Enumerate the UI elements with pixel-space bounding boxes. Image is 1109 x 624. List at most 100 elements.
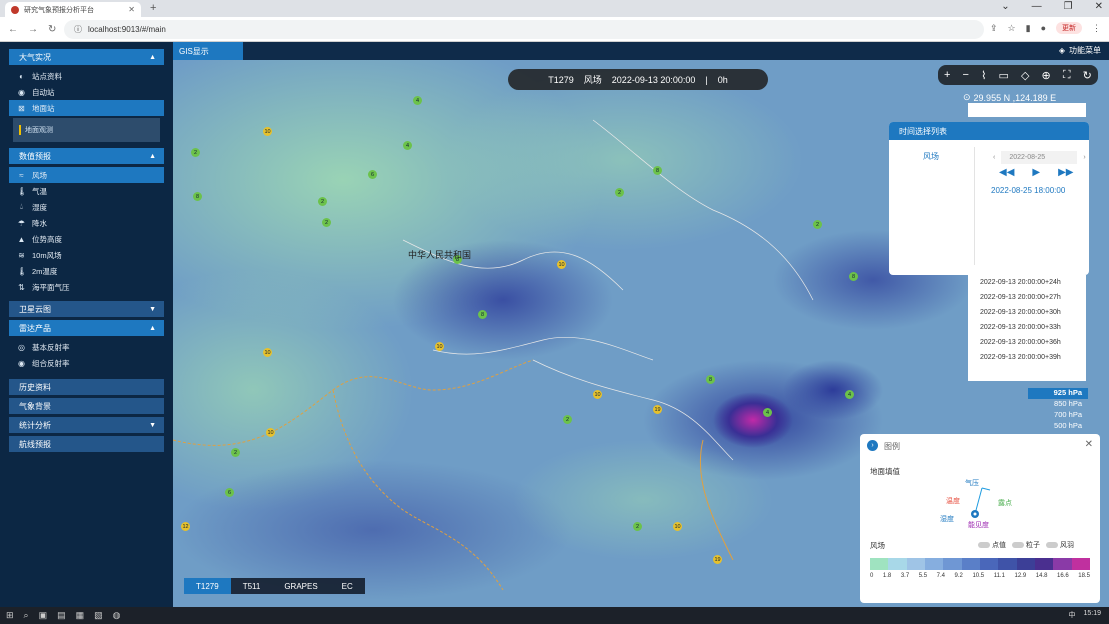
sidebar-item-height[interactable]: ▲ 位势高度 (9, 231, 164, 247)
crop-icon[interactable]: ⛶ (1063, 69, 1071, 82)
layers-icon[interactable]: ◇ (1021, 69, 1029, 82)
minimize-icon[interactable]: — (1032, 1, 1042, 12)
station-marker[interactable]: 2 (322, 218, 331, 227)
section-atmos[interactable]: 大气实况 ▲ (9, 49, 164, 65)
toggle-particle[interactable]: 粒子 (1012, 540, 1040, 550)
station-marker[interactable]: 10 (557, 260, 566, 269)
ruler-icon[interactable]: ⌇ (981, 69, 986, 82)
globe-icon[interactable]: ⊕ (1042, 69, 1051, 82)
sub-surface-obs[interactable]: 地面观测 (13, 118, 160, 142)
station-marker[interactable]: 8 (653, 166, 662, 175)
model-t1279[interactable]: T1279 (184, 578, 231, 594)
station-marker[interactable]: 8 (193, 192, 202, 201)
sidebar-item-slp[interactable]: ⇅ 海平面气压 (9, 279, 164, 295)
sidebar-item-auto[interactable]: ◉ 自动站 (9, 84, 164, 100)
time-list-item[interactable]: 2022-09-13 20:00:00+39h (968, 350, 1086, 365)
sidebar-item-humidity[interactable]: 💧︎ 湿度 (9, 199, 164, 215)
sidebar-item-station[interactable]: ◐ 站点资料 (9, 68, 164, 84)
star-icon[interactable]: ☆ (1008, 23, 1016, 34)
area-icon[interactable]: ▭ (999, 69, 1009, 82)
zoom-out-icon[interactable]: − (963, 69, 969, 81)
update-button[interactable]: 更新 (1056, 22, 1082, 34)
station-marker[interactable]: 10 (673, 522, 682, 531)
section-background[interactable]: 气象背景 (9, 398, 164, 414)
section-numerical[interactable]: 数值预报 ▲ (9, 148, 164, 164)
refresh-icon[interactable]: ↻ (1083, 69, 1092, 82)
level-850[interactable]: 850 hPa (1028, 399, 1088, 410)
sidebar-item-surface[interactable]: ⊠ 地面站 (9, 100, 164, 116)
station-marker[interactable]: 8 (849, 272, 858, 281)
station-marker[interactable]: 2 (813, 220, 822, 229)
share-icon[interactable]: ⇪ (990, 23, 998, 34)
toggle-point[interactable]: 点值 (978, 540, 1006, 550)
fast-forward-icon[interactable]: ▶▶ (1058, 167, 1073, 178)
station-marker[interactable]: 4 (403, 141, 412, 150)
profile-icon[interactable]: ● (1041, 23, 1046, 33)
app-icon[interactable]: ▤ (57, 610, 66, 621)
station-marker[interactable]: 19 (713, 555, 722, 564)
station-marker[interactable]: 6 (368, 170, 377, 179)
section-radar[interactable]: 雷达产品 ▲ (9, 320, 164, 336)
station-marker[interactable]: 8 (478, 310, 487, 319)
time-list-item[interactable]: 2022-09-13 20:00:00+36h (968, 335, 1086, 350)
station-marker[interactable]: 8 (706, 375, 715, 384)
model-ec[interactable]: EC (330, 578, 365, 594)
station-marker[interactable]: 10 (435, 342, 444, 351)
sidebar-item-rain[interactable]: ☂︎ 降水 (9, 215, 164, 231)
close-tab-icon[interactable]: ✕ (128, 5, 135, 14)
section-history[interactable]: 历史资料 (9, 379, 164, 395)
chevron-down-icon[interactable]: ⌄ (1001, 1, 1009, 12)
section-route[interactable]: 航线预报 (9, 436, 164, 452)
station-marker[interactable]: 4 (413, 96, 422, 105)
time-panel-variable[interactable]: 风场 (923, 151, 939, 162)
model-t511[interactable]: T511 (231, 578, 273, 594)
level-700[interactable]: 700 hPa (1028, 410, 1088, 421)
station-marker[interactable]: 6 (225, 488, 234, 497)
app-icon[interactable]: ▧ (94, 610, 103, 621)
sidebar-item-temp2[interactable]: 🌡︎ 2m温度 (9, 263, 164, 279)
rewind-icon[interactable]: ◀◀ (999, 167, 1014, 178)
function-menu[interactable]: ◈ 功能菜单 (1059, 45, 1101, 56)
tray-lang[interactable]: 中 (1068, 610, 1075, 620)
time-list-item[interactable]: 2022-09-13 20:00:00+24h (968, 275, 1086, 290)
station-marker[interactable]: 2 (633, 522, 642, 531)
sidebar-item-base-refl[interactable]: ◎ 基本反射率 (9, 339, 164, 355)
reload-icon[interactable]: ↻ (48, 24, 56, 35)
play-icon[interactable]: ▶ (1032, 167, 1040, 178)
station-marker[interactable]: 2 (231, 448, 240, 457)
new-tab-icon[interactable]: + (150, 2, 156, 14)
station-marker[interactable]: 12 (181, 522, 190, 531)
close-icon[interactable]: ✕ (1085, 439, 1093, 450)
section-satellite[interactable]: 卫星云图 ▼ (9, 301, 164, 317)
tab-gis[interactable]: GIS显示 (173, 42, 243, 60)
map-view[interactable]: 4 10 2 4 8 6 2 2 8 8 10 10 10 2 10 19 10… (173, 60, 1109, 607)
station-marker[interactable]: 10 (593, 390, 602, 399)
sidebar-item-wind[interactable]: ≈ 风场 (9, 167, 164, 183)
toggle-barb[interactable]: 风羽 (1046, 540, 1074, 550)
browser-tab[interactable]: 研究气象预报分析平台 ✕ (5, 2, 141, 17)
station-marker[interactable]: 4 (763, 408, 772, 417)
sidepanel-icon[interactable]: ▮ (1026, 23, 1031, 34)
station-marker[interactable]: 4 (845, 390, 854, 399)
time-list-item[interactable]: 2022-09-13 20:00:00+27h (968, 290, 1086, 305)
sidebar-item-comp-refl[interactable]: ◉ 组合反射率 (9, 355, 164, 371)
folder-icon[interactable]: ▣ (39, 610, 48, 621)
zoom-in-icon[interactable]: + (944, 69, 950, 81)
station-marker[interactable]: 2 (191, 148, 200, 157)
search-icon[interactable]: ⌕ (24, 610, 29, 621)
windows-icon[interactable]: ⊞ (6, 610, 14, 621)
station-marker[interactable]: 2 (615, 188, 624, 197)
kebab-icon[interactable]: ⋮ (1092, 23, 1101, 34)
back-icon[interactable]: ← (8, 24, 18, 35)
model-grapes[interactable]: GRAPES (272, 578, 329, 594)
forward-icon[interactable]: → (28, 24, 38, 35)
level-500[interactable]: 500 hPa (1028, 421, 1088, 432)
restore-icon[interactable]: ❐ (1064, 1, 1073, 12)
chevron-right-icon[interactable]: › (1083, 154, 1085, 161)
close-window-icon[interactable]: ✕ (1095, 1, 1103, 12)
station-marker[interactable]: 10 (263, 127, 272, 136)
station-marker[interactable]: 19 (653, 405, 662, 414)
station-marker[interactable]: 10 (266, 428, 275, 437)
chevron-left-icon[interactable]: ‹ (993, 154, 995, 161)
level-925[interactable]: 925 hPa (1028, 388, 1088, 399)
